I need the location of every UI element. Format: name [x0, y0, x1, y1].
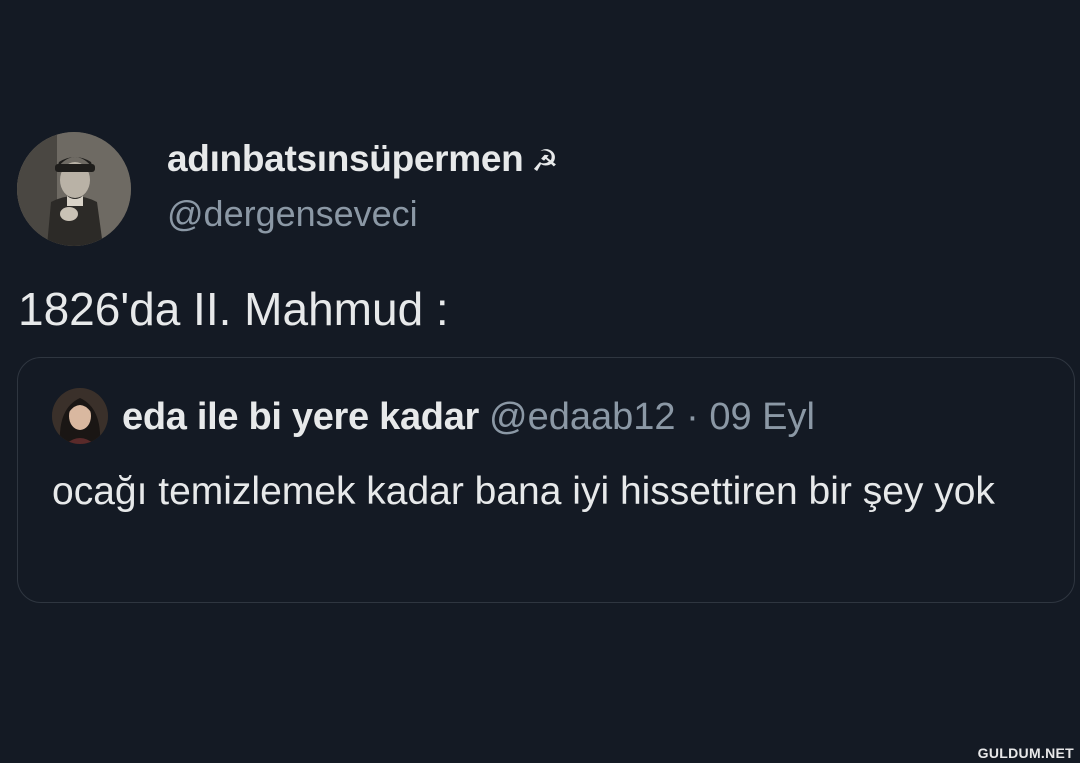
quoted-tweet-text: ocağı temizlemek kadar bana iyi hissetti…	[52, 470, 995, 513]
tweet: adınbatsınsüpermen ☭ @dergenseveci 1826'd…	[0, 0, 1080, 763]
quoted-tweet-header: eda ile bi yere kadar @edaab12 · 09 Eyl	[122, 396, 815, 439]
quoted-handle-date: @edaab12 · 09 Eyl	[489, 396, 815, 438]
quoted-avatar-image	[52, 388, 108, 444]
author-name-text: adınbatsınsüpermen	[167, 138, 524, 179]
author-handle[interactable]: @dergenseveci	[167, 193, 418, 235]
hammer-sickle-icon: ☭	[531, 145, 559, 178]
author-avatar[interactable]	[17, 132, 131, 246]
watermark: GULDUM.NET	[977, 745, 1074, 761]
quoted-tweet-card[interactable]: eda ile bi yere kadar @edaab12 · 09 Eyl o…	[17, 357, 1075, 603]
author-display-name[interactable]: adınbatsınsüpermen ☭	[167, 138, 558, 180]
quoted-author-avatar[interactable]	[52, 388, 108, 444]
author-avatar-image	[17, 132, 131, 246]
quoted-display-name[interactable]: eda ile bi yere kadar	[122, 396, 479, 438]
tweet-text: 1826'da II. Mahmud :	[18, 283, 449, 335]
